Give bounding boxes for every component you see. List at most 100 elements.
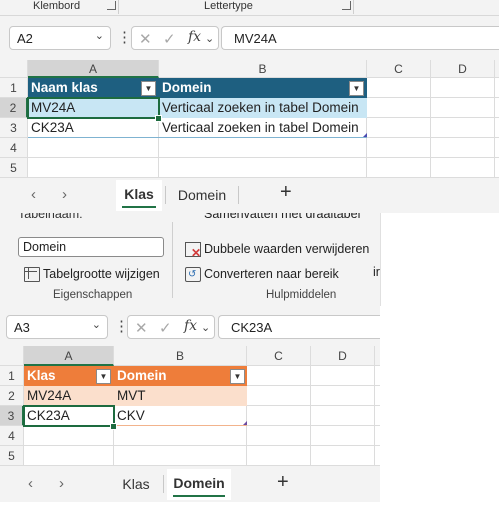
table-name-label: Tabelnaam: [18, 213, 83, 221]
font-group-label: Lettertype [204, 0, 253, 12]
cancel-icon[interactable]: ✕ [139, 30, 152, 48]
table-cell[interactable]: CKV [114, 406, 247, 426]
sheet-tab-bar-2: ‹ › Klas Domein + [0, 466, 380, 502]
table-header-cell[interactable]: Naam klas [28, 78, 159, 98]
cancel-icon[interactable]: ✕ [135, 319, 148, 337]
ribbon-top-strip: Klembord Lettertype [0, 0, 499, 16]
column-header-c[interactable]: C [247, 346, 311, 366]
clipboard-group-label: Klembord [33, 0, 81, 12]
table-name-input[interactable]: Domein [18, 237, 164, 257]
formula-input[interactable]: MV24A [221, 26, 499, 50]
filter-dropdown-icon[interactable]: ▼ [96, 369, 111, 384]
name-box-value: A3 [14, 320, 30, 335]
fill-handle[interactable] [155, 115, 162, 122]
filter-dropdown-icon[interactable]: ▼ [230, 369, 245, 384]
tab-divider [163, 475, 164, 493]
select-all-corner[interactable] [0, 346, 24, 366]
table-cell[interactable]: Verticaal zoeken in tabel Domein [159, 118, 367, 138]
ribbon-divider [353, 0, 354, 14]
row-header-3[interactable]: 3 [0, 406, 24, 426]
column-header-c[interactable]: C [367, 60, 431, 78]
row-header-1[interactable]: 1 [0, 78, 28, 98]
fill-handle[interactable] [110, 423, 117, 430]
row-header-2[interactable]: 2 [0, 386, 24, 406]
confirm-icon[interactable]: ✓ [159, 319, 172, 337]
table-resize-handle-icon[interactable] [363, 133, 367, 137]
previous-sheet-icon[interactable]: ‹ [31, 186, 36, 203]
column-header-e[interactable] [495, 60, 499, 78]
truncated-ribbon-text: ir [373, 265, 380, 279]
chevron-down-icon[interactable]: ⌄ [201, 321, 210, 334]
table-cell[interactable]: MVT [114, 386, 247, 406]
table-cell[interactable]: MV24A [24, 386, 114, 406]
table-cell[interactable]: CK23A [28, 118, 159, 138]
insert-function-icon[interactable]: fx [188, 29, 201, 45]
gridline [310, 366, 311, 466]
sheet-tab-klas[interactable]: Klas [116, 180, 162, 211]
sheet-grid-1[interactable]: A B C D 1 2 3 4 5 Naam klas ▼ Domein ▼ M… [0, 60, 499, 178]
sheet-tab-domein[interactable]: Domein [170, 180, 234, 211]
active-cell-selection [23, 405, 115, 427]
insert-function-icon[interactable]: fx [184, 318, 197, 334]
column-header-d[interactable]: D [431, 60, 495, 78]
sheet-tab-domein[interactable]: Domein [167, 469, 231, 500]
row-header-3[interactable]: 3 [0, 118, 28, 138]
chevron-down-icon[interactable]: ⌄ [95, 29, 104, 42]
table-header-label: Klas [27, 368, 56, 383]
chevron-down-icon[interactable]: ⌄ [92, 318, 101, 331]
previous-sheet-icon[interactable]: ‹ [28, 475, 33, 492]
row-header-1[interactable]: 1 [0, 366, 24, 386]
clipboard-launcher-icon[interactable] [107, 1, 116, 10]
chevron-down-icon[interactable]: ⌄ [205, 32, 214, 45]
active-cell-selection [27, 97, 160, 119]
resize-table-icon [24, 267, 40, 282]
remove-duplicates-button[interactable]: Dubbele waarden verwijderen [204, 242, 369, 256]
column-header-a[interactable]: A [28, 60, 159, 78]
row-header-2[interactable]: 2 [0, 98, 28, 118]
column-header-b[interactable]: B [114, 346, 247, 366]
column-header-d[interactable]: D [311, 346, 375, 366]
formula-controls: ✕ ✓ fx ⌄ [127, 315, 215, 339]
row-header-5[interactable]: 5 [0, 158, 28, 178]
column-header-e[interactable] [375, 346, 380, 366]
table-header-cell[interactable]: Domein [114, 366, 247, 386]
next-sheet-icon[interactable]: › [62, 186, 67, 203]
name-box[interactable]: A3 ⌄ [6, 315, 108, 339]
remove-duplicates-icon: ✕ [185, 242, 201, 259]
filter-dropdown-icon[interactable]: ▼ [141, 81, 156, 96]
sheet-tab-klas[interactable]: Klas [112, 469, 160, 500]
confirm-icon[interactable]: ✓ [163, 30, 176, 48]
tab-divider [165, 186, 166, 204]
table-header-label: Naam klas [31, 80, 98, 95]
resize-table-button[interactable]: Tabelgrootte wijzigen [43, 267, 160, 281]
gridline [430, 78, 431, 178]
convert-to-range-button[interactable]: Converteren naar bereik [204, 267, 339, 281]
ribbon-divider [172, 222, 173, 298]
summarize-pivot-button[interactable]: Samenvatten met draaitabel [204, 213, 360, 221]
gridline [24, 445, 380, 446]
column-header-b[interactable]: B [159, 60, 367, 78]
filter-dropdown-icon[interactable]: ▼ [349, 81, 364, 96]
name-box[interactable]: A2 ⌄ [9, 26, 111, 50]
add-sheet-icon[interactable]: + [277, 471, 289, 494]
next-sheet-icon[interactable]: › [59, 475, 64, 492]
table-header-label: Domein [162, 80, 212, 95]
row-header-4[interactable]: 4 [0, 138, 28, 158]
sheet-grid-2[interactable]: A B C D 1 2 3 4 5 Klas ▼ Domein ▼ MV24A … [0, 346, 380, 466]
table-resize-handle-icon[interactable] [243, 421, 247, 425]
gridline [28, 157, 499, 158]
select-all-corner[interactable] [0, 60, 28, 78]
ribbon-divider [118, 0, 119, 14]
table-cell[interactable]: Verticaal zoeken in tabel Domein [159, 98, 367, 118]
name-box-value: A2 [17, 31, 33, 46]
more-options-icon[interactable]: ⋮ [117, 28, 132, 46]
formula-bar-2: A3 ⌄ ⋮ ✕ ✓ fx ⌄ CK23A [0, 306, 380, 346]
add-sheet-icon[interactable]: + [280, 181, 292, 204]
column-header-a[interactable]: A [24, 346, 114, 366]
font-launcher-icon[interactable] [342, 1, 351, 10]
table-header-cell[interactable]: Domein [159, 78, 367, 98]
tab-divider [238, 186, 239, 204]
row-header-5[interactable]: 5 [0, 446, 24, 466]
formula-input[interactable]: CK23A [218, 315, 380, 339]
row-header-4[interactable]: 4 [0, 426, 24, 446]
